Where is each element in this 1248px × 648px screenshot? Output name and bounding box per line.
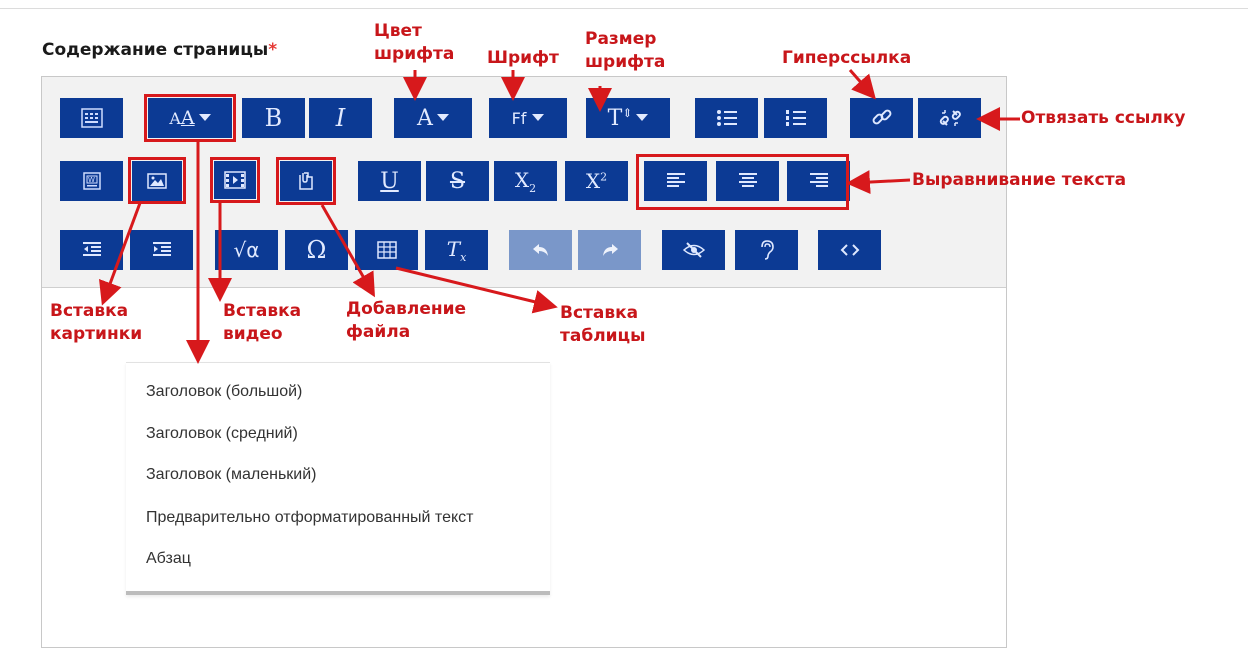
label-font: Шрифт — [487, 48, 559, 68]
label-font-color-line2: шрифта — [374, 44, 455, 64]
label-alignment: Выравнивание текста — [912, 170, 1127, 190]
arrow-add-file — [320, 204, 375, 298]
arrow-insert-image — [99, 202, 142, 306]
label-add-file: Добавление файла — [346, 298, 466, 344]
label-insert-video: Вставка видео — [223, 300, 301, 346]
arrow-hyperlink — [848, 69, 876, 100]
label-insert-image-line2: картинки — [50, 324, 143, 344]
label-insert-video-line1: Вставка — [223, 301, 302, 321]
label-hyperlink: Гиперссылка — [782, 48, 912, 68]
label-font-color-line1: Цвет — [374, 21, 422, 41]
label-insert-image: Вставка картинки — [50, 300, 142, 346]
label-insert-table-line2: таблицы — [560, 326, 646, 346]
label-insert-image-line1: Вставка — [50, 301, 129, 321]
label-font-size-line2: шрифта — [585, 52, 666, 72]
arrow-alignment — [846, 170, 911, 195]
label-insert-table: Вставка таблицы — [560, 302, 646, 348]
label-unlink: Отвязать ссылку — [1021, 108, 1186, 128]
label-font-size-line1: Размер — [585, 29, 657, 49]
label-font-color: Цвет шрифта — [374, 20, 454, 66]
label-add-file-line1: Добавление — [346, 299, 467, 319]
label-font-size: Размер шрифта — [585, 28, 665, 74]
label-add-file-line2: файла — [346, 322, 411, 342]
label-insert-video-line2: видео — [223, 324, 283, 344]
label-insert-table-line1: Вставка — [560, 303, 639, 323]
